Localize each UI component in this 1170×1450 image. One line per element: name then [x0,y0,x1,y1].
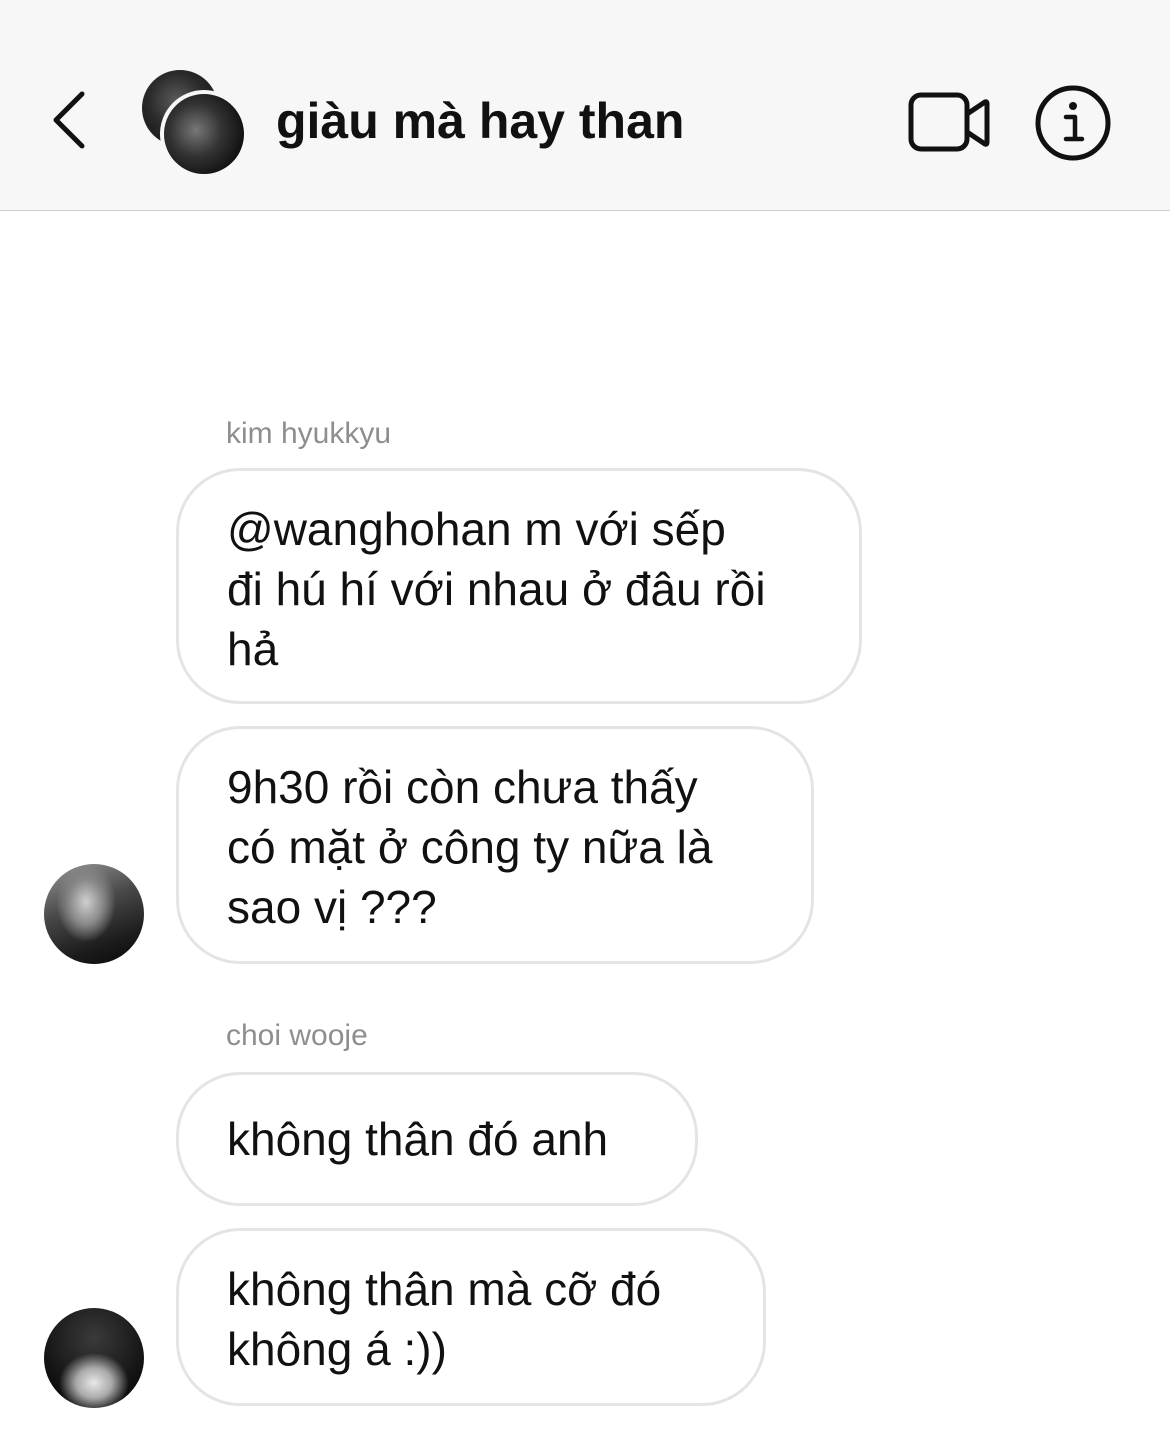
group-avatar-front [160,90,248,178]
message-line: sao vị ??? [227,881,437,933]
sender-name: kim hyukkyu [226,417,392,450]
message-line: 9h30 rồi còn chưa thấy [227,761,698,813]
message-line: hả [227,623,279,675]
video-call-button[interactable] [906,90,992,156]
message-line: đi hú hí với nhau ở đâu rồi [227,563,766,615]
sender-name: choi wooje [226,1019,368,1052]
back-button[interactable] [40,82,100,158]
avatar[interactable] [44,864,144,964]
group-avatar[interactable] [142,70,248,178]
chat-title[interactable]: giàu mà hay than [276,88,684,154]
message-line: không thân đó anh [227,1113,609,1165]
message-bubble[interactable]: @wanghohan m với sếp đi hú hí với nhau ở… [176,468,862,704]
message-line: không á :)) [227,1323,447,1375]
video-camera-icon [908,92,990,152]
chat-header: giàu mà hay than [0,0,1170,211]
info-button[interactable] [1034,84,1112,162]
message-bubble[interactable]: không thân mà cỡ đó không á :)) [176,1228,766,1406]
message-line: @wanghohan m với sếp [227,503,726,555]
avatar[interactable] [44,1308,144,1408]
message-bubble[interactable]: 9h30 rồi còn chưa thấy có mặt ở công ty … [176,726,814,964]
info-icon [1035,85,1111,161]
message-line: không thân mà cỡ đó [227,1263,662,1315]
message-bubble[interactable]: không thân đó anh [176,1072,698,1206]
chevron-left-icon [53,91,85,149]
message-line: có mặt ở công ty nữa là [227,821,713,873]
